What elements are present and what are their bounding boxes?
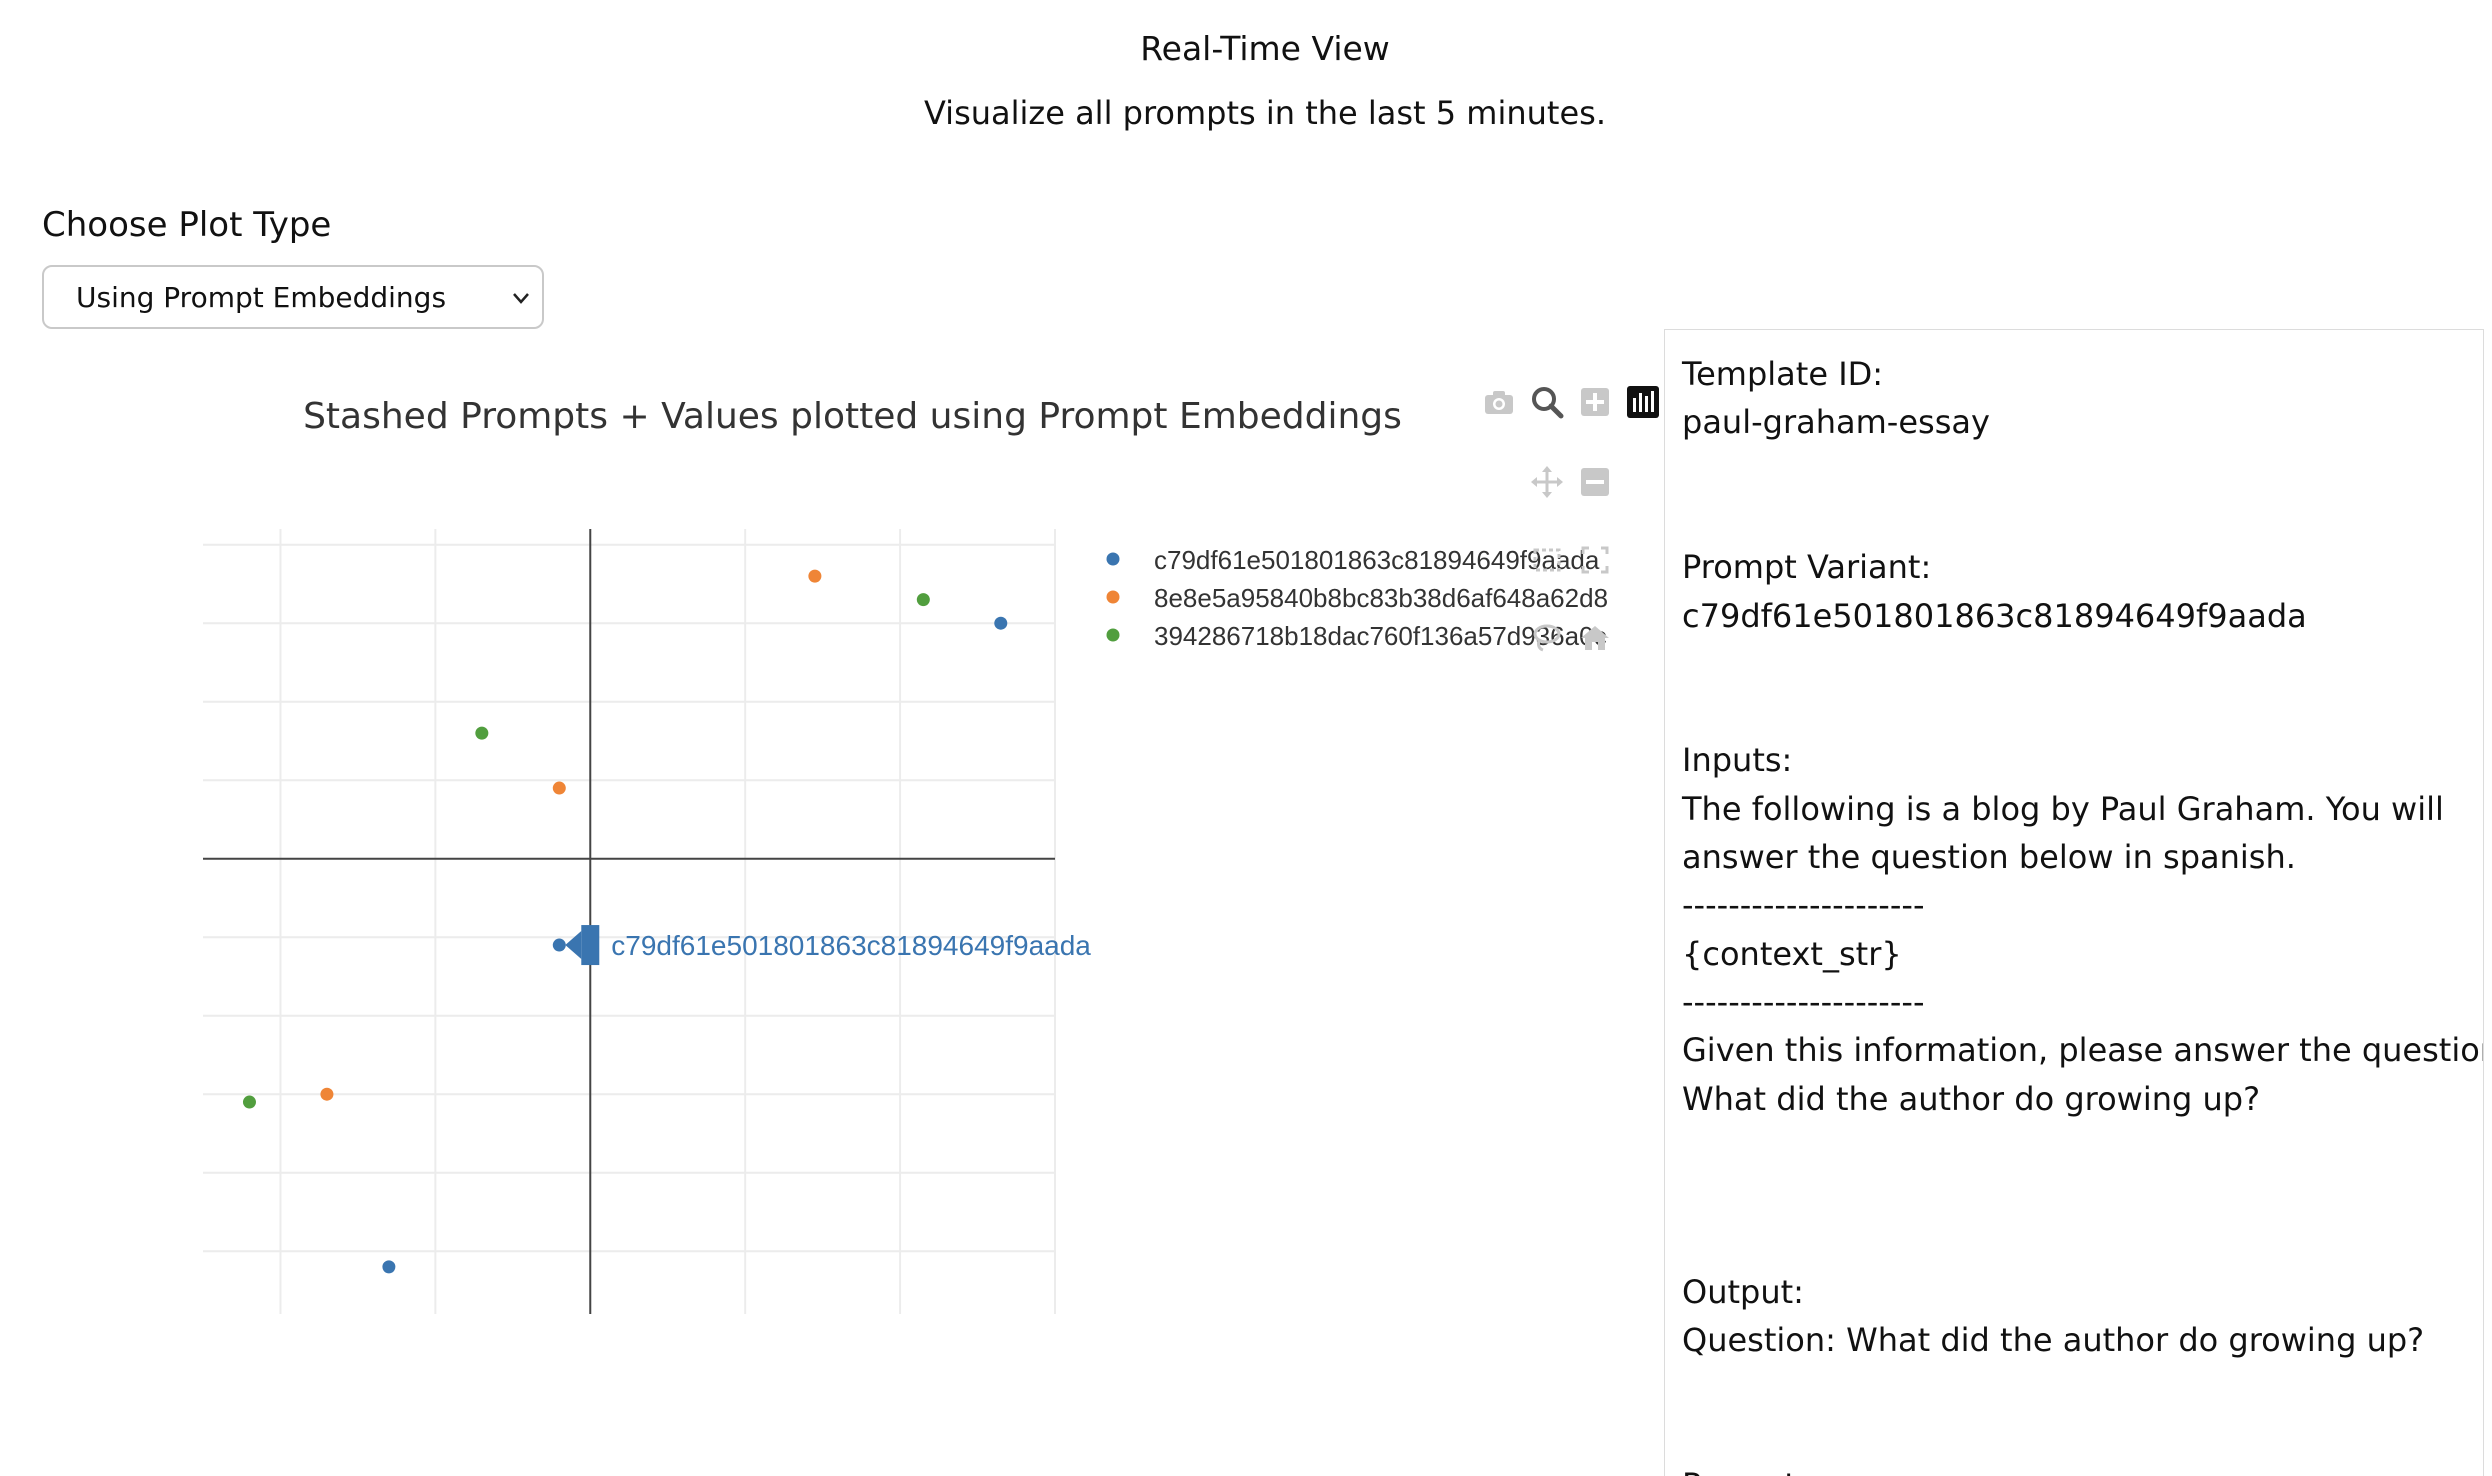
scatter-point[interactable] [475,726,489,740]
chart-modebar [1475,380,1665,652]
legend-marker [1106,628,1120,642]
details-line: paul-graham-essay [1682,403,1990,442]
scatter-point[interactable] [552,781,566,795]
details-line: Inputs: [1682,741,1793,780]
details-line: Output: [1682,1272,1804,1311]
details-line: Prompt Variant: [1682,548,1932,587]
details-line: What did the author do growing up? [1682,1079,2261,1118]
scatter-point[interactable] [382,1260,396,1274]
camera-icon[interactable] [1481,384,1517,420]
scatter-point[interactable] [994,616,1008,630]
hover-marker [581,925,600,966]
autoscale-icon[interactable] [1577,542,1613,578]
plot-type-label: Choose Plot Type [42,205,332,245]
details-line: c79df61e501801863c81894649f9aada [1682,596,2307,635]
scatter-point[interactable] [320,1087,334,1101]
scatter-point[interactable] [808,569,822,583]
details-line: Prompt: [1682,1461,2473,1476]
legend-item[interactable]: 8e8e5a95840b8bc83b38d6af648a62d8 [1106,583,1609,613]
prompt-details-panel: Template ID: paul-graham-essay Prompt Vari… [1664,329,2484,1476]
chart-title: Stashed Prompts + Values plotted using P… [303,396,1402,437]
scatter-point[interactable] [552,938,566,952]
zoom-out-icon[interactable] [1577,464,1613,500]
hover-pointer [565,931,582,960]
details-line: --------------------- [1682,886,1925,925]
details-line: {context_str} [1682,934,1902,973]
plot-type-selected-value: Using Prompt Embeddings [76,281,447,314]
plot-type-select[interactable]: Using Prompt Embeddings [42,265,544,329]
lasso-icon[interactable] [1529,620,1565,656]
legend-item[interactable]: c79df61e501801863c81894649f9aada [1106,545,1600,575]
box-select-icon[interactable] [1529,542,1565,578]
details-line: Given this information, please answer th… [1682,1031,2484,1070]
page-title: Real-Time View [1140,29,1390,68]
zoom-icon[interactable] [1529,384,1565,420]
page-subtitle: Visualize all prompts in the last 5 minu… [923,94,1606,132]
legend-marker [1106,590,1120,604]
chart-axes [203,529,1055,1314]
details-line: The following is a blog by Paul Graham. … [1682,789,2444,828]
chart-points [242,569,1008,1274]
legend-label: 8e8e5a95840b8bc83b38d6af648a62d8 [1154,583,1608,613]
zoom-in-icon[interactable] [1577,384,1613,420]
scatter-point[interactable] [242,1095,256,1109]
legend-marker [1106,552,1120,566]
bar-chart-icon[interactable] [1625,384,1661,420]
home-icon[interactable] [1577,620,1613,656]
details-line: --------------------- [1682,982,1925,1021]
details-line: Question: What did the author do growing… [1682,1321,2425,1359]
hover-label: c79df61e501801863c81894649f9aada [611,930,1091,961]
chevron-down-icon [513,293,529,304]
real-time-view-page: Real-Time View Visualize all prompts in … [0,0,2492,1476]
details-line: answer the question below in spanish. [1682,838,2296,876]
pan-icon[interactable] [1529,464,1565,500]
hover-tooltip: c79df61e501801863c81894649f9aada [565,925,1091,966]
details-line: Template ID: [1682,355,1884,393]
chart-grid [203,529,1056,1314]
scatter-point[interactable] [916,593,930,607]
